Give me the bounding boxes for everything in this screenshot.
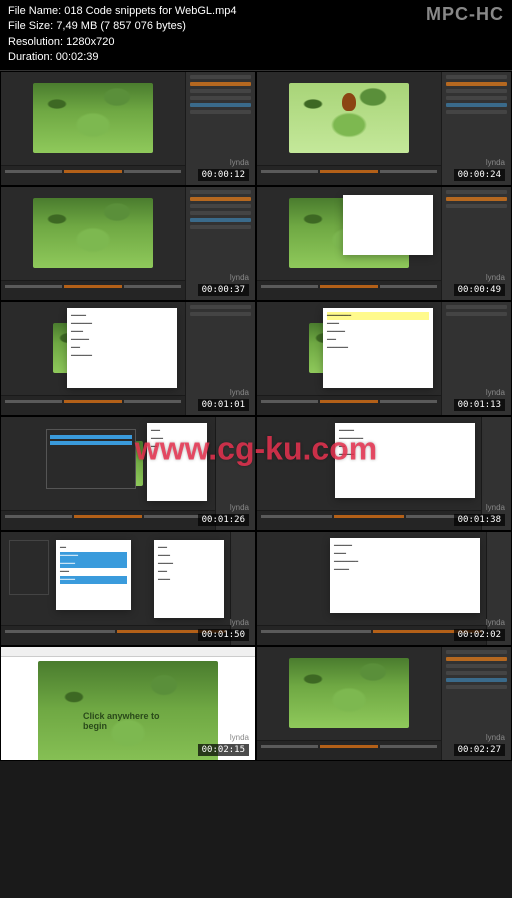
timestamp: 00:02:15 bbox=[198, 744, 249, 756]
thumbnail: ━━━━━━━━━━━━━━━━━━━━━━━━━━━━ lynda 00:01… bbox=[257, 302, 511, 415]
jungle-scene bbox=[33, 83, 153, 153]
editor-panel: ━━━━━━━━━━━━━━━━━━━━━━━ bbox=[330, 538, 480, 613]
thumbnail: ━━━━━━━━━━━━━━━━━━━━━ ━━━━━━━━━━━━━━━━━━… bbox=[1, 532, 255, 645]
timestamp: 00:02:02 bbox=[454, 629, 505, 641]
code-panel: ━━━━━━━━━━━━━━━━━━━━━ bbox=[56, 540, 131, 610]
jungle-scene bbox=[289, 83, 409, 153]
timestamp: 00:00:49 bbox=[454, 284, 505, 296]
file-metadata: File Name: 018 Code snippets for WebGL.m… bbox=[8, 4, 236, 66]
code-panel: ━━━━━━━━━━━━━━━━━━━━━━━━━━━━ bbox=[323, 308, 433, 388]
thumbnail: lynda 00:00:37 bbox=[1, 187, 255, 300]
jungle-scene bbox=[33, 198, 153, 268]
timestamp: 00:01:01 bbox=[198, 399, 249, 411]
click-prompt: Click anywhere to begin bbox=[83, 711, 173, 731]
brand-watermark: lynda bbox=[230, 503, 249, 512]
thumbnail: lynda 00:00:24 bbox=[257, 72, 511, 185]
brand-watermark: lynda bbox=[486, 503, 505, 512]
brand-watermark: lynda bbox=[486, 273, 505, 282]
app-logo: MPC-HC bbox=[426, 4, 504, 66]
thumbnail: lynda 00:02:27 bbox=[257, 647, 511, 760]
code-panel: ━━━━━━━━━ bbox=[147, 423, 207, 501]
brand-watermark: lynda bbox=[230, 733, 249, 742]
thumbnail: lynda 00:00:12 bbox=[1, 72, 255, 185]
timestamp: 00:01:26 bbox=[198, 514, 249, 526]
brand-watermark: lynda bbox=[486, 733, 505, 742]
brand-watermark: lynda bbox=[486, 158, 505, 167]
timestamp: 00:01:38 bbox=[454, 514, 505, 526]
media-info-header: File Name: 018 Code snippets for WebGL.m… bbox=[0, 0, 512, 71]
browser-toolbar bbox=[1, 647, 255, 657]
brand-watermark: lynda bbox=[486, 618, 505, 627]
jungle-scene: Click anywhere to begin bbox=[38, 661, 218, 760]
thumbnail: ━━━━━━━━━ lynda 00:01:26 bbox=[1, 417, 255, 530]
monkey-sprite bbox=[342, 93, 356, 111]
thumbnail: lynda 00:00:49 bbox=[257, 187, 511, 300]
thumbnail: ━━━━━━━━━━━━━━━━━━━━━━━━━━━━━━━━ lynda 0… bbox=[1, 302, 255, 415]
timestamp: 00:00:12 bbox=[198, 169, 249, 181]
brand-watermark: lynda bbox=[486, 388, 505, 397]
thumbnail: ━━━━━━━━━━━━━━━━━━━━━━━ lynda 00:02:02 bbox=[257, 532, 511, 645]
timestamp: 00:00:24 bbox=[454, 169, 505, 181]
thumbnail-grid: lynda 00:00:12 lynda 00:00:24 lynda 00:0… bbox=[0, 71, 512, 761]
jungle-scene bbox=[289, 658, 409, 728]
thumbnail: Click anywhere to begin lynda 00:02:15 bbox=[1, 647, 255, 760]
timestamp: 00:02:27 bbox=[454, 744, 505, 756]
brand-watermark: lynda bbox=[230, 158, 249, 167]
timestamp: 00:00:37 bbox=[198, 284, 249, 296]
brand-watermark: lynda bbox=[230, 273, 249, 282]
dialog-panel bbox=[343, 195, 433, 255]
brand-watermark: lynda bbox=[230, 618, 249, 627]
brand-watermark: lynda bbox=[230, 388, 249, 397]
editor-panel: ━━━━━━━━━━━━━━━━━━━━ bbox=[335, 423, 475, 498]
thumbnail: ━━━━━━━━━━━━━━━━━━━━ lynda 00:01:38 bbox=[257, 417, 511, 530]
menu-panel: ━━━━━━━━━━━━━━━━━━━ bbox=[154, 540, 224, 618]
code-panel: ━━━━━━━━━━━━━━━━━━━━━━━━━━━━━━━━ bbox=[67, 308, 177, 388]
snippets-panel bbox=[46, 429, 136, 489]
timestamp: 00:01:13 bbox=[454, 399, 505, 411]
timestamp: 00:01:50 bbox=[198, 629, 249, 641]
